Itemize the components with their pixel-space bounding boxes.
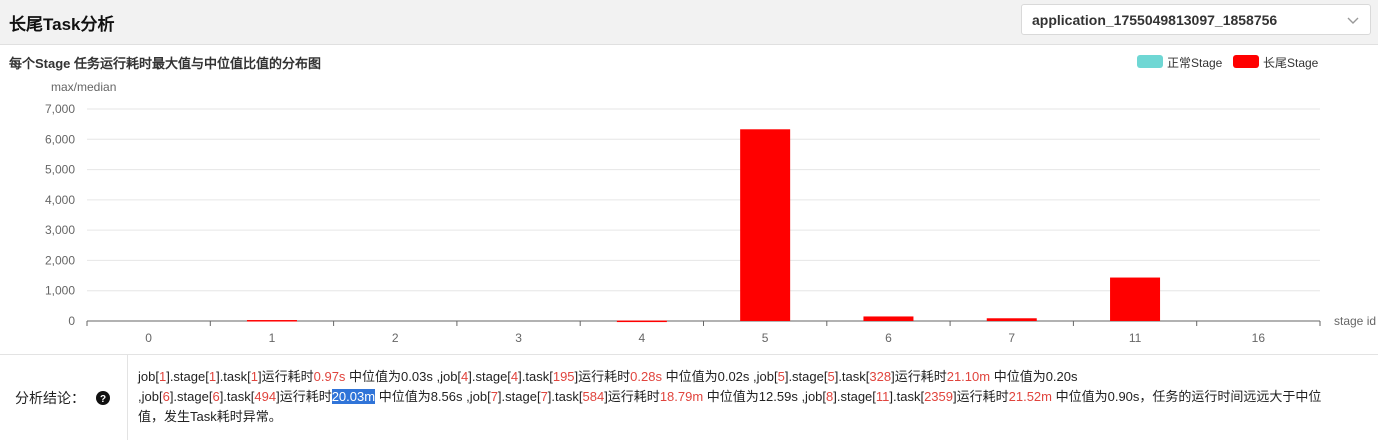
analysis-value: 1 [208,369,217,384]
x-tick-label: 1 [269,331,276,345]
analysis-text-segment: ].stage[ [169,389,213,404]
help-icon[interactable]: ? [96,391,110,405]
bar [246,320,297,322]
svg-text:?: ? [100,394,106,405]
legend-label-longtail: 长尾Stage [1263,56,1319,70]
x-tick-label: 7 [1008,331,1015,345]
analysis-text-segment: ]运行耗时 [574,369,631,384]
analysis-value: 5 [827,369,835,384]
x-axis-label: stage id [1334,314,1376,328]
analysis-text-segment: 中位值为0.03s ,job[ [345,369,462,384]
x-tick-label: 16 [1252,331,1266,345]
analysis-value: 1 [250,369,258,384]
analysis-text-segment: ]运行耗时 [604,389,660,404]
analysis-value: 0.97s [313,369,346,384]
page-title: 长尾Task分析 [9,15,115,34]
analysis-text-segment: 中位值为0.20s [990,369,1078,384]
bar [616,320,667,323]
y-tick-label: 7,000 [45,102,75,116]
analysis-label-cell: 分析结论： ? [0,355,128,440]
analysis-text-segment: ].stage[ [833,389,876,404]
analysis-text-segment: ].stage[ [468,369,511,384]
x-tick-label: 4 [639,331,646,345]
analysis-text-segment: ].task[ [889,389,925,404]
analysis-value: 18.79m [659,389,704,404]
bar [863,316,914,321]
legend-label-normal: 正常Stage [1167,56,1223,70]
analysis-text-segment: 中位值为12.59s ,job[ [703,389,827,404]
analysis-text-segment: ].task[ [219,389,255,404]
analysis-text-segment: ].task[ [547,389,583,404]
analysis-value: 6 [162,389,170,404]
analysis-value: 5 [777,369,785,384]
x-tick-label: 0 [145,331,152,345]
analysis-value: 328 [869,369,892,384]
analysis-text-segment: ].stage[ [497,389,541,404]
analysis-value: 195 [552,369,575,384]
y-axis-label: max/median [51,80,116,94]
legend-swatch-longtail [1233,55,1259,68]
application-select-value: application_1755049813097_1858756 [1032,12,1278,28]
analysis-text-segment: job[ [138,369,159,384]
analysis-value: 2359 [924,389,953,404]
analysis-line: job[1].stage[1].task[1]运行耗时0.97s 中位值为0.0… [138,367,1338,387]
analysis-text-segment: ]运行耗时 [258,369,314,384]
analysis-value: 21.52m [1008,389,1052,404]
x-tick-label: 11 [1129,331,1142,345]
x-tick-label: 3 [515,331,522,345]
analysis-value: 6 [212,389,220,404]
analysis-text-segment: ].stage[ [784,369,828,384]
analysis-text-segment: ].task[ [216,369,251,384]
analysis-value: 7 [490,389,498,404]
y-tick-label: 4,000 [45,193,75,207]
analysis-text-segment: ]运行耗时 [891,369,947,384]
bar [1110,277,1161,321]
legend-swatch-normal [1137,55,1163,68]
y-tick-label: 1,000 [45,284,75,298]
y-tick-label: 3,000 [45,223,75,237]
analysis-value: 7 [540,389,548,404]
analysis-text-segment: ]运行耗时 [276,389,332,404]
chart-title: 每个Stage 任务运行耗时最大值与中位值比值的分布图 [9,56,322,71]
analysis-value: 21.10m [946,369,991,384]
x-tick-label: 5 [762,331,769,345]
analysis-line: ,job[6].stage[6].task[494]运行耗时20.03m 中位值… [138,387,1338,427]
analysis-text-segment: 中位值为0.02s ,job[ [661,369,778,384]
application-select[interactable]: application_1755049813097_1858756 [1021,4,1371,35]
analysis-label: 分析结论： [15,390,85,406]
analysis-section: 分析结论： ? job[1].stage[1].task[1]运行耗时0.97s… [0,354,1378,440]
y-tick-label: 5,000 [45,163,75,177]
analysis-value: 494 [254,389,277,404]
bar [740,129,791,321]
y-tick-label: 0 [68,314,75,328]
page-header: 长尾Task分析 application_1755049813097_18587… [0,0,1378,45]
analysis-value: 584 [582,389,605,404]
analysis-text-segment: ].task[ [518,369,553,384]
analysis-value: 11 [875,389,890,404]
analysis-text-segment: ].stage[ [166,369,209,384]
analysis-value-highlighted: 20.03m [331,389,376,404]
x-tick-label: 2 [392,331,399,345]
bar-chart: 0 1,000 2,000 3,000 4,000 5,000 6,000 7,000 max/… [45,80,1376,345]
y-tick-label: 6,000 [45,132,75,146]
analysis-text-segment: ,job[ [138,389,163,404]
chevron-down-icon [1347,17,1359,24]
analysis-text-segment: 中位值为8.56s ,job[ [375,389,491,404]
analysis-text: job[1].stage[1].task[1]运行耗时0.97s 中位值为0.0… [138,367,1338,427]
bar [986,318,1037,321]
analysis-value: 0.28s [630,369,662,384]
x-tick-label: 6 [885,331,892,345]
y-tick-label: 2,000 [45,253,75,267]
analysis-text-segment: ].task[ [834,369,870,384]
analysis-text-segment: ]运行耗时 [953,389,1009,404]
